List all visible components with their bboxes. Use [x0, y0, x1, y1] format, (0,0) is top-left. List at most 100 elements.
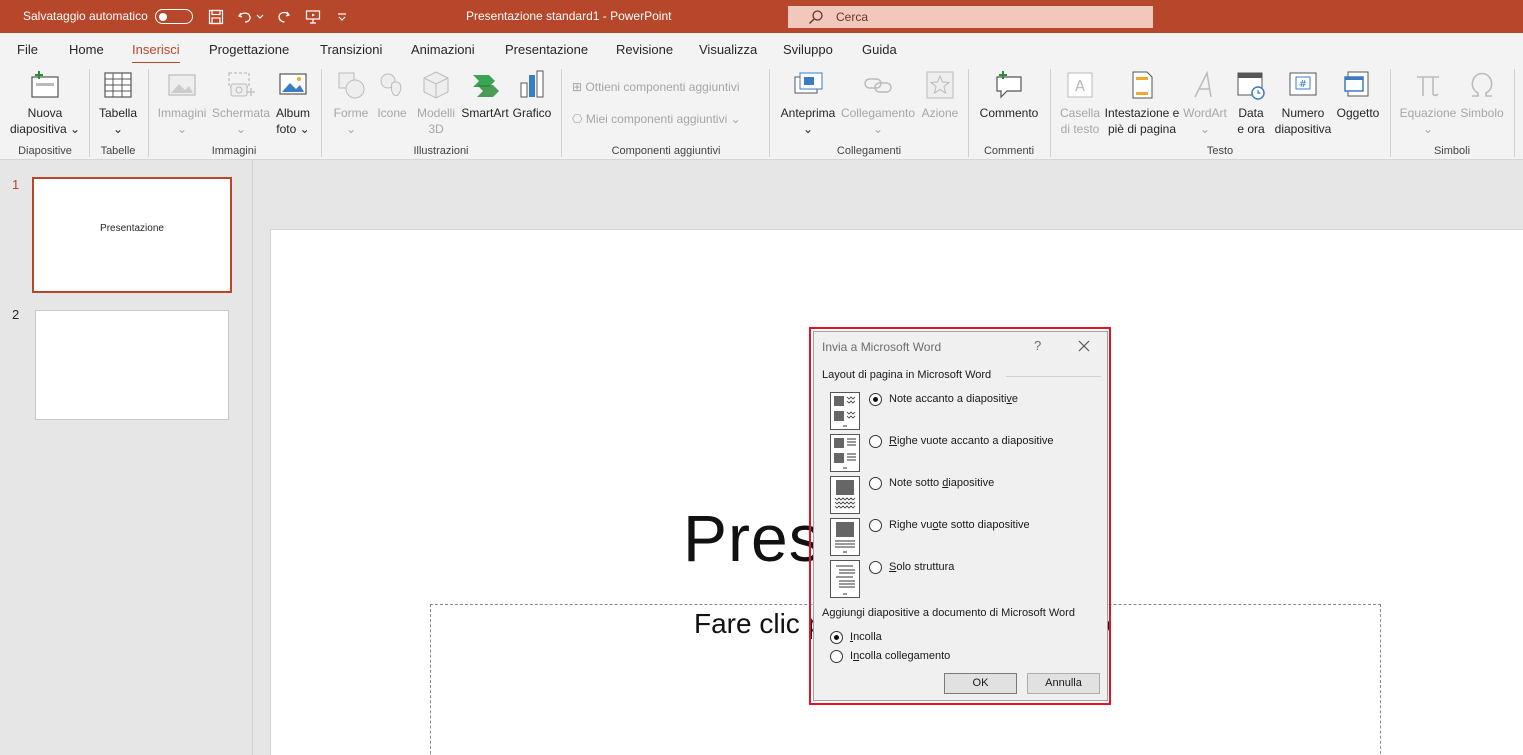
autosave-label: Salvataggio automatico: [23, 9, 148, 23]
tab-visualizza[interactable]: Visualizza: [699, 42, 757, 57]
date-time-button[interactable]: Data e ora: [1230, 69, 1272, 137]
screenshot-button[interactable]: Schermata ⌄: [210, 69, 272, 137]
my-addins-button[interactable]: ⎔ Miei componenti aggiuntivi ⌄: [572, 112, 741, 126]
object-button[interactable]: Oggetto: [1334, 69, 1382, 121]
redo-icon[interactable]: [273, 6, 295, 28]
chevron-down-icon: ⌄: [69, 122, 81, 136]
start-presentation-icon[interactable]: [302, 6, 324, 28]
autosave-toggle[interactable]: [155, 9, 193, 24]
shapes-icon: [338, 72, 365, 99]
tab-presentazione[interactable]: Presentazione: [505, 42, 588, 57]
comment-button[interactable]: Commento: [975, 69, 1043, 121]
shapes-button[interactable]: Forme ⌄: [330, 69, 372, 137]
chart-button[interactable]: Grafico: [510, 69, 554, 121]
radio-outline-only[interactable]: [869, 561, 882, 574]
group-divider: [89, 69, 90, 157]
textbox-button[interactable]: A Casella di testo: [1056, 69, 1104, 137]
layout-group-label: Layout di pagina in Microsoft Word: [822, 369, 992, 381]
slide-thumbnail-1[interactable]: Presentazione: [32, 177, 232, 293]
wordart-button[interactable]: WordArt ⌄: [1180, 69, 1230, 137]
label-paste[interactable]: Incolla: [850, 631, 882, 643]
label-outline-only[interactable]: Solo struttura: [889, 561, 954, 573]
blank-lines-beside-slides-icon: [830, 434, 860, 472]
dialog-title: Invia a Microsoft Word: [822, 340, 942, 354]
slide-number-button[interactable]: # Numero diapositiva: [1272, 69, 1334, 137]
group-label-collegamenti: Collegamenti: [836, 145, 902, 157]
document-title: Presentazione standard1 - PowerPoint: [466, 9, 672, 23]
search-box[interactable]: Cerca: [788, 6, 1153, 28]
wordart-icon: [1194, 70, 1212, 98]
search-placeholder: Cerca: [836, 10, 869, 24]
tab-guida[interactable]: Guida: [862, 42, 897, 57]
group-label-simboli: Simboli: [1433, 145, 1471, 157]
screenshot-icon: [228, 72, 255, 97]
label-notes-below-slides[interactable]: Note sotto diapositive: [889, 477, 994, 489]
group-divider: [148, 69, 149, 157]
table-button[interactable]: Tabella ⌄: [95, 69, 141, 137]
undo-dropdown-icon[interactable]: [254, 6, 266, 28]
label-paste-link[interactable]: Incolla collegamento: [850, 650, 950, 662]
slide-thumbnail-pane: 1 Presentazione 2: [0, 160, 253, 755]
group-divider: [1514, 69, 1515, 157]
my-addins-icon: ⎔: [572, 112, 583, 126]
chevron-down-icon: ⌄: [112, 122, 124, 136]
undo-icon[interactable]: [234, 6, 256, 28]
link-icon: [864, 78, 892, 93]
thumbnail-number: 1: [12, 177, 20, 192]
chevron-down-icon: ⌄: [872, 122, 884, 136]
subtitle-visible-left: Fare clic p: [694, 608, 824, 639]
get-addins-button[interactable]: ⊞ Ottieni componenti aggiuntivi: [572, 80, 740, 94]
header-footer-icon: [1132, 71, 1153, 99]
group-label-commenti: Commenti: [983, 145, 1035, 157]
header-footer-button[interactable]: Intestazione e piè di pagina: [1104, 69, 1180, 137]
close-icon[interactable]: [1076, 338, 1092, 354]
group-divider: [1050, 69, 1051, 157]
help-button[interactable]: ?: [1034, 338, 1041, 353]
tab-animazioni[interactable]: Animazioni: [411, 42, 475, 57]
radio-paste-link[interactable]: [830, 650, 843, 663]
group-label-diapositive: Diapositive: [18, 145, 72, 157]
icons-button[interactable]: Icone: [372, 69, 412, 121]
new-slide-button[interactable]: Nuova diapositiva ⌄: [6, 69, 84, 137]
save-icon[interactable]: [205, 6, 227, 28]
images-button[interactable]: Immagini ⌄: [153, 69, 211, 137]
tab-home[interactable]: Home: [69, 42, 104, 57]
3d-models-button[interactable]: Modelli 3D: [412, 69, 460, 137]
tab-sviluppo[interactable]: Sviluppo: [783, 42, 833, 57]
calendar-icon: [1237, 72, 1265, 100]
radio-notes-below-slides[interactable]: [869, 477, 882, 490]
slide-thumbnail-2[interactable]: [35, 310, 229, 420]
tab-inserisci[interactable]: Inserisci: [132, 42, 180, 65]
group-label-componenti: Componenti aggiuntivi: [611, 145, 721, 157]
cancel-button[interactable]: Annulla: [1027, 673, 1100, 694]
chevron-down-icon: ⌄: [802, 122, 814, 136]
smartart-button[interactable]: SmartArt: [459, 69, 511, 121]
photo-album-button[interactable]: Album foto ⌄: [271, 69, 315, 137]
tab-progettazione[interactable]: Progettazione: [209, 42, 289, 57]
action-button[interactable]: Azione: [918, 69, 962, 121]
action-star-icon: [926, 71, 954, 99]
label-blank-lines-below-slides[interactable]: Righe vuote sotto diapositive: [889, 519, 1030, 531]
ok-button[interactable]: OK: [944, 673, 1017, 694]
radio-blank-lines-below-slides[interactable]: [869, 519, 882, 532]
symbol-button[interactable]: Simbolo: [1458, 69, 1506, 121]
slide-title-visible-left[interactable]: Pres: [683, 500, 823, 576]
label-blank-lines-beside-slides[interactable]: Righe vuote accanto a diapositive: [889, 435, 1054, 447]
equation-button[interactable]: Equazione ⌄: [1398, 69, 1458, 137]
svg-text:#: #: [1299, 79, 1307, 90]
group-divider: [1390, 69, 1391, 157]
preview-button[interactable]: Anteprima ⌄: [778, 69, 838, 137]
tab-transizioni[interactable]: Transizioni: [320, 42, 382, 57]
radio-notes-beside-slides[interactable]: [869, 393, 882, 406]
tab-revisione[interactable]: Revisione: [616, 42, 673, 57]
add-slides-group-label: Aggiungi diapositive a documento di Micr…: [822, 607, 1075, 619]
link-button[interactable]: Collegamento ⌄: [839, 69, 917, 137]
label-notes-beside-slides[interactable]: Note accanto a diapositive: [889, 393, 1018, 405]
group-divider: [1006, 376, 1101, 377]
send-to-word-dialog: Invia a Microsoft Word ? Layout di pagin…: [813, 331, 1108, 701]
radio-paste[interactable]: [830, 631, 843, 644]
radio-blank-lines-beside-slides[interactable]: [869, 435, 882, 448]
tab-file[interactable]: File: [17, 42, 38, 57]
thumbnail-title: Presentazione: [100, 223, 164, 234]
customize-toolbar-icon[interactable]: [331, 6, 353, 28]
